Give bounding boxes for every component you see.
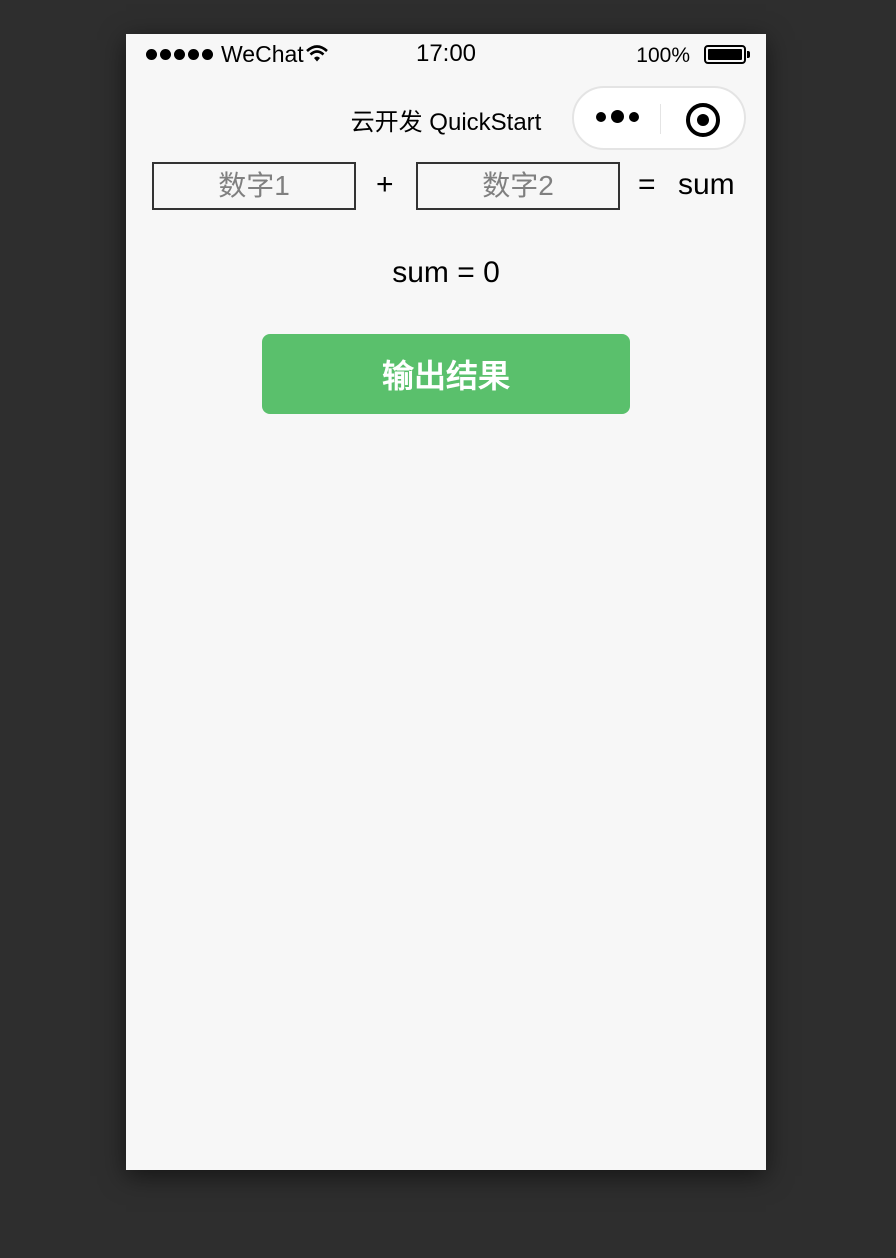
battery-percent: 100% [636,44,690,67]
number2-input[interactable] [416,162,620,210]
sum-label: sum [678,168,735,201]
phone-screen: WeChat 17:00 100% 云开发 QuickStart + = sum… [126,34,766,1170]
output-result-button[interactable]: 输出结果 [262,334,630,414]
battery-full-icon [704,45,750,64]
status-bar: WeChat 17:00 100% [126,34,766,78]
sum-result: sum = 0 [126,256,766,290]
capsule-divider [660,104,661,134]
plus-sign: + [376,168,394,201]
target-circle-icon[interactable] [686,103,720,137]
menu-capsule [572,86,746,150]
equals-sign: = [638,168,656,201]
number1-input[interactable] [152,162,356,210]
sum-result-prefix: sum = [392,256,484,289]
more-dots-icon[interactable] [596,110,639,123]
sum-result-value: 0 [483,256,500,289]
